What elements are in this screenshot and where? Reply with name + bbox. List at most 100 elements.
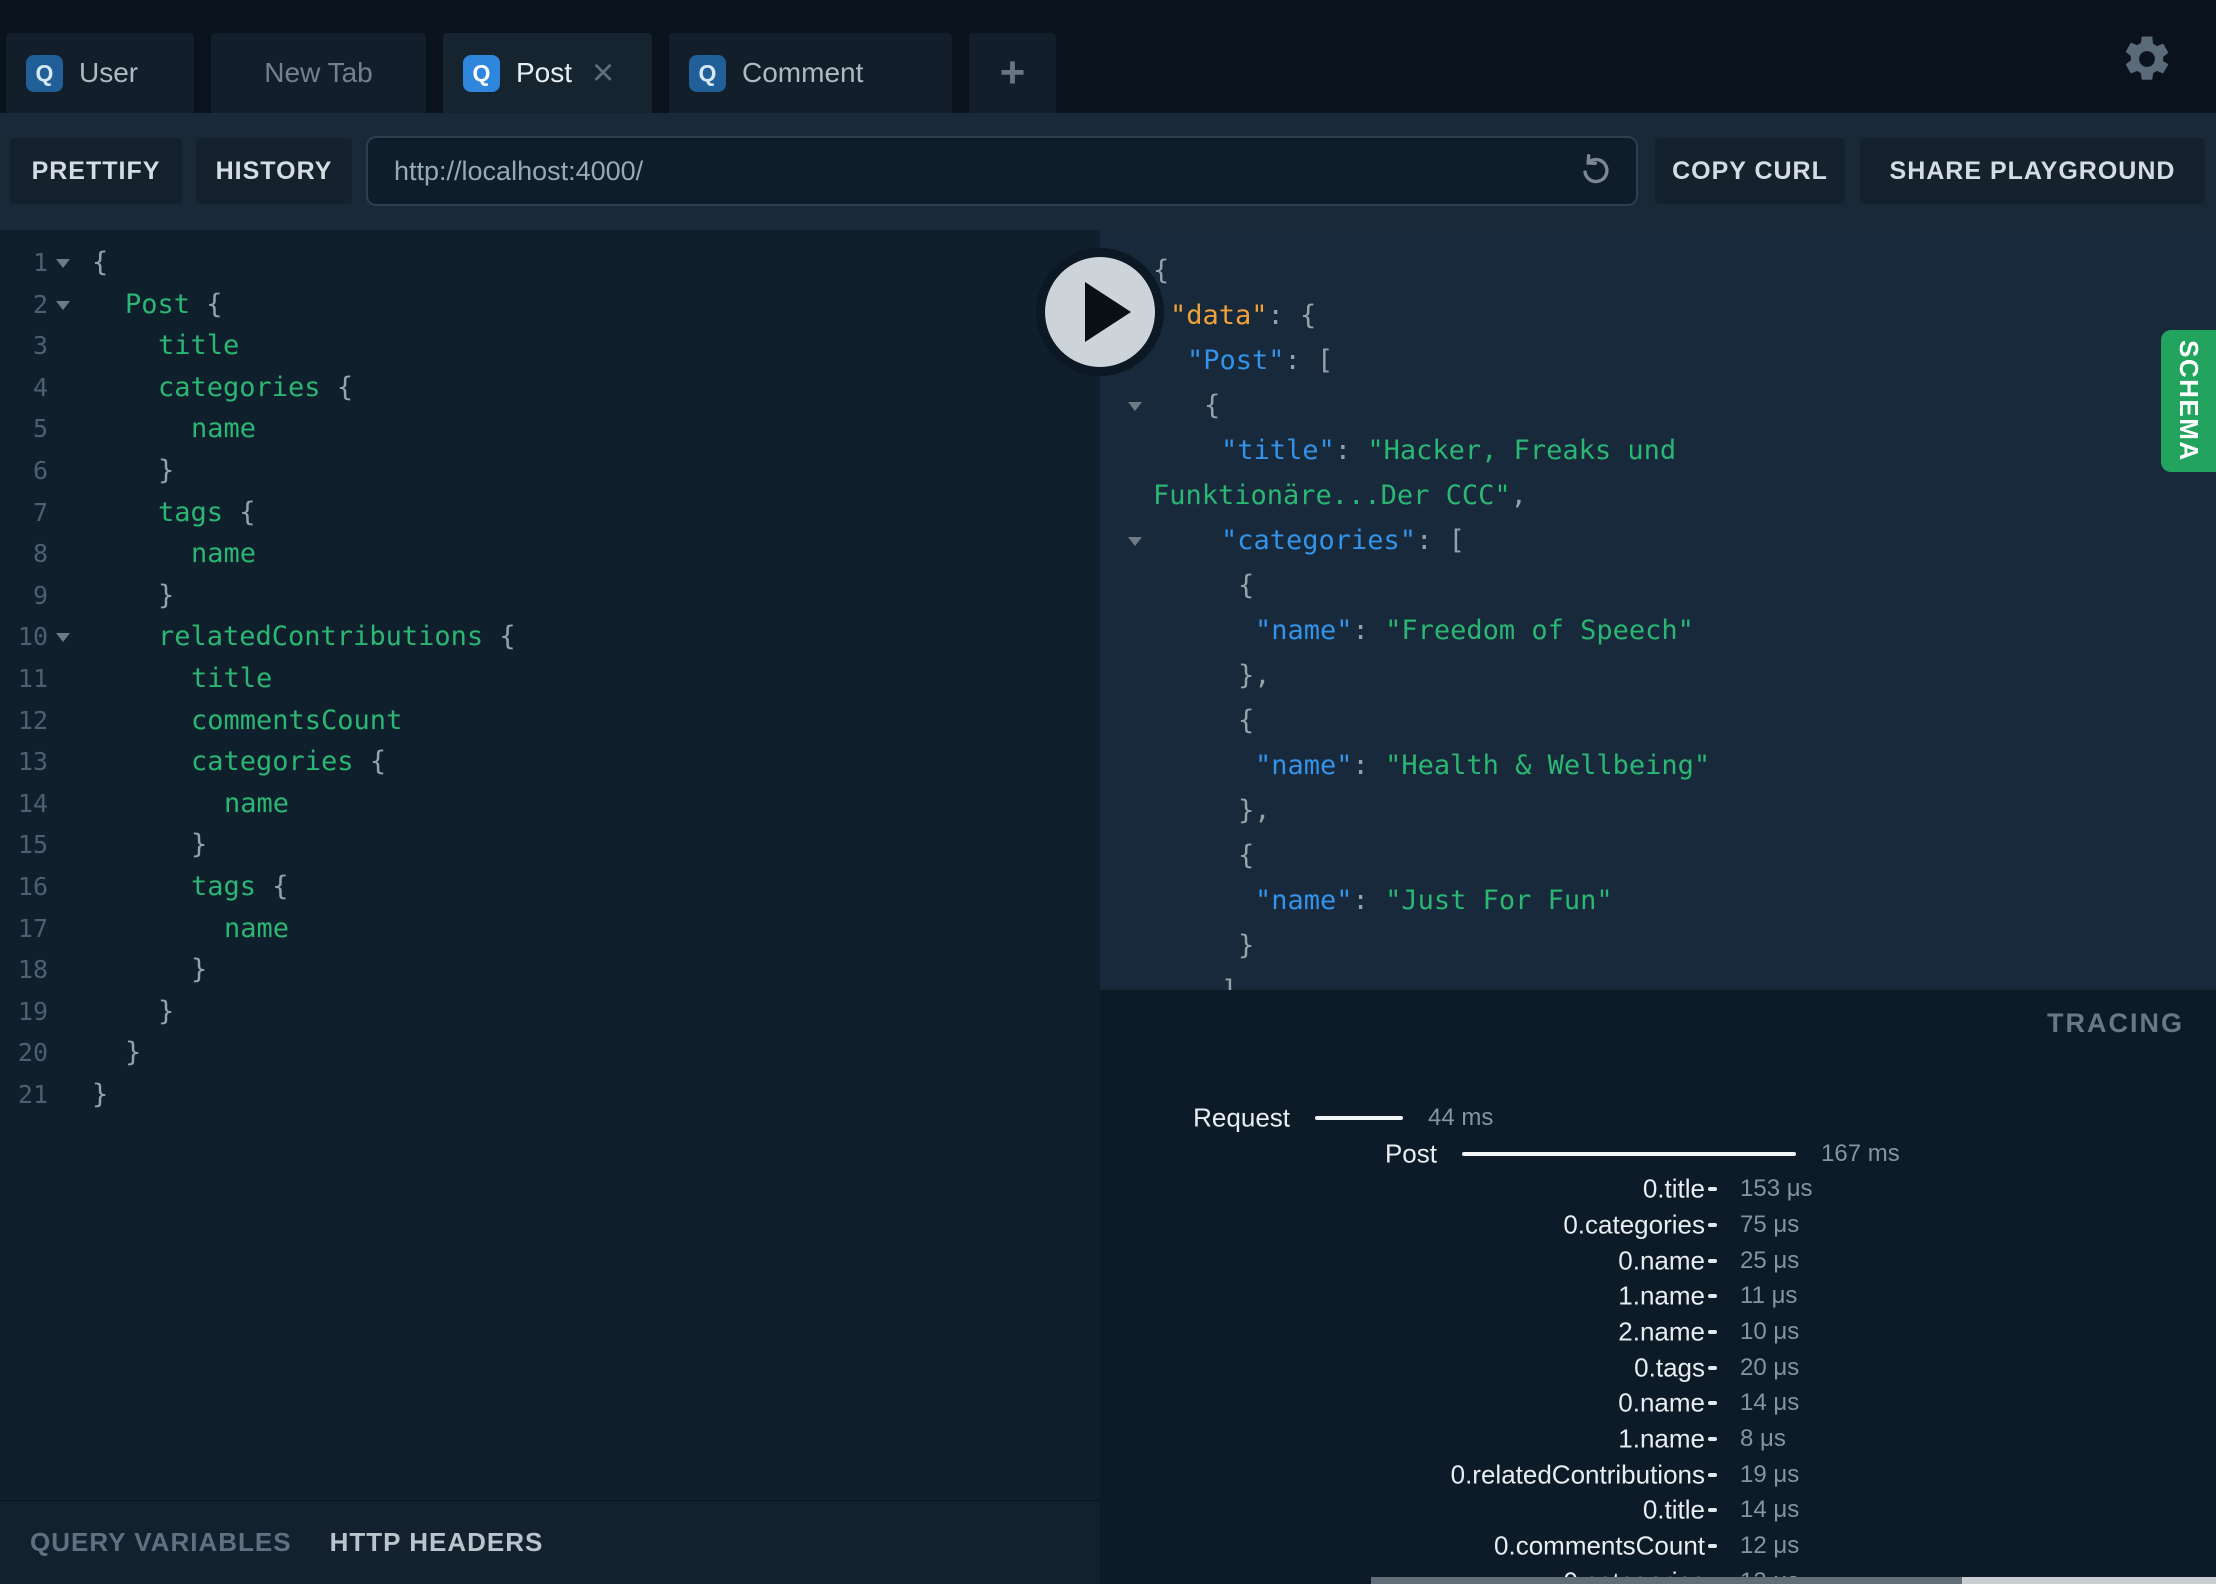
response-line: "name": "Freedom of Speech" [1100,608,2216,653]
tracing-value: 167 ms [1821,1139,1900,1167]
code-token: "data" [1170,300,1268,331]
execute-query-button[interactable] [1036,248,1164,376]
http-headers-tab[interactable]: HTTP HEADERS [330,1527,544,1558]
fold-gutter [48,367,76,409]
query-line: 8 name [0,533,1100,575]
tracing-label: 0.commentsCount [1494,1530,1705,1561]
tracing-value: 75 μs [1740,1210,1800,1238]
tracing-row: 0.relatedContributions 19 μs [1100,1457,2216,1493]
query-badge: Q [463,54,500,92]
fold-gutter [1100,743,1150,788]
code-text: name [76,783,289,825]
query-line: 15} [0,824,1100,866]
response-line: { [1100,383,2216,428]
line-number: 17 [17,913,48,943]
code-token: } [1238,930,1255,961]
fold-gutter [48,658,76,700]
code-token: { [1238,840,1255,871]
fold-gutter [48,908,76,950]
response-line: { [1100,833,2216,878]
tab-comment[interactable]: Q Comment [669,33,952,113]
fold-gutter [48,866,76,908]
tracing-label: 1.name [1618,1423,1705,1454]
endpoint-url-input[interactable] [368,155,1576,187]
code-text: title [76,658,272,700]
close-tab-icon[interactable]: × [592,54,614,92]
code-token: "name" [1255,750,1353,781]
query-badge: Q [689,54,726,92]
line-number: 19 [17,996,48,1026]
fold-arrow-icon[interactable] [1128,402,1142,411]
code-token: : [1352,750,1386,781]
fold-arrow-icon[interactable] [56,259,70,268]
tracing-label: 0.tags [1634,1352,1705,1383]
query-editor[interactable]: 1{2 Post {3 title 4 categories {5 name 6} 7 tags… [0,230,1100,1500]
fold-gutter [48,949,76,991]
code-text: categories { [76,741,386,783]
code-token: } [125,1037,142,1069]
replay-icon[interactable] [1576,151,1616,191]
tracing-label: 0.name [1618,1387,1705,1418]
fold-arrow-icon[interactable] [1128,537,1142,546]
fold-arrow-icon[interactable] [56,633,70,643]
code-token: , [1510,480,1527,511]
query-variables-tab[interactable]: QUERY VARIABLES [30,1527,292,1558]
query-badge: Q [26,54,63,92]
code-token: { [353,746,387,778]
history-button[interactable]: HISTORY [196,138,352,204]
prettify-button[interactable]: PRETTIFY [10,138,182,204]
code-token: "Hacker, Freaks und [1367,435,1677,466]
tab-post[interactable]: Q Post × [443,33,652,113]
code-text: ] [1150,968,1237,990]
code-token: tags [158,496,224,528]
schema-side-tab[interactable]: SCHEMA [2161,330,2216,472]
tracing-panel: TRACING Request 44 ms Post 167 ms 0.title 153… [1100,990,2216,1584]
code-token: "Freedom of Speech" [1385,615,1694,646]
tab-user[interactable]: Q User [6,33,194,113]
code-token: { [320,371,354,403]
fold-gutter [48,824,76,866]
response-lines: {"data": {"Post": [{"title": "Hacker, Fr… [1100,230,2216,990]
code-token: }, [1238,660,1271,691]
query-line: 21} [0,1074,1100,1116]
query-line: 5 name [0,408,1100,450]
fold-gutter [1100,428,1150,473]
fold-gutter [1100,518,1150,563]
tab-new-tab[interactable]: New Tab [211,33,426,113]
code-text: } [76,1074,108,1116]
main-area: 1{2 Post {3 title 4 categories {5 name 6} 7 tags… [0,230,2216,1584]
fold-gutter [48,492,76,534]
share-playground-button[interactable]: SHARE PLAYGROUND [1860,138,2205,204]
code-token: { [92,247,109,278]
query-line: 10 relatedContributions { [0,616,1100,658]
new-tab-button[interactable]: + [969,33,1056,113]
code-text: title [76,325,239,367]
query-line: 11 title [0,658,1100,700]
tracing-rows: Request 44 ms Post 167 ms 0.title 153 μs 0.cat… [1100,990,2216,1584]
fold-arrow-icon[interactable] [56,300,70,310]
response-viewer[interactable]: {"data": {"Post": [{"title": "Hacker, Fr… [1100,230,2216,990]
tracing-value: 12 μs [1740,1532,1800,1560]
copy-curl-button[interactable]: COPY CURL [1655,138,1845,204]
tracing-row: Request 44 ms [1100,1100,2216,1136]
tracing-title: TRACING [2047,1008,2184,1038]
dash-separator [1708,1329,1717,1334]
tab-label: New Tab [264,57,373,88]
tracing-value: 153 μs [1740,1175,1813,1203]
tracing-row: 0.title 14 μs [1100,1493,2216,1529]
dash-separator [1708,1544,1717,1549]
line-number: 12 [17,705,48,735]
endpoint-url-field[interactable] [366,136,1638,206]
settings-gear-icon[interactable] [2120,32,2174,86]
toolbar: PRETTIFY HISTORY COPY CURL SHARE PLAYGRO… [0,113,2216,230]
tab-label: Comment [742,57,864,88]
response-line: ] [1100,968,2216,990]
code-text: categories { [76,367,353,409]
dash-separator [1708,1508,1717,1513]
code-token: { [256,870,289,902]
horizontal-scrollbar-thumb[interactable] [1962,1577,2216,1584]
tracing-value: 8 μs [1740,1425,1786,1453]
code-text: } [76,991,174,1033]
line-number: 21 [17,1079,48,1109]
code-token: "Just For Fun" [1385,885,1613,916]
